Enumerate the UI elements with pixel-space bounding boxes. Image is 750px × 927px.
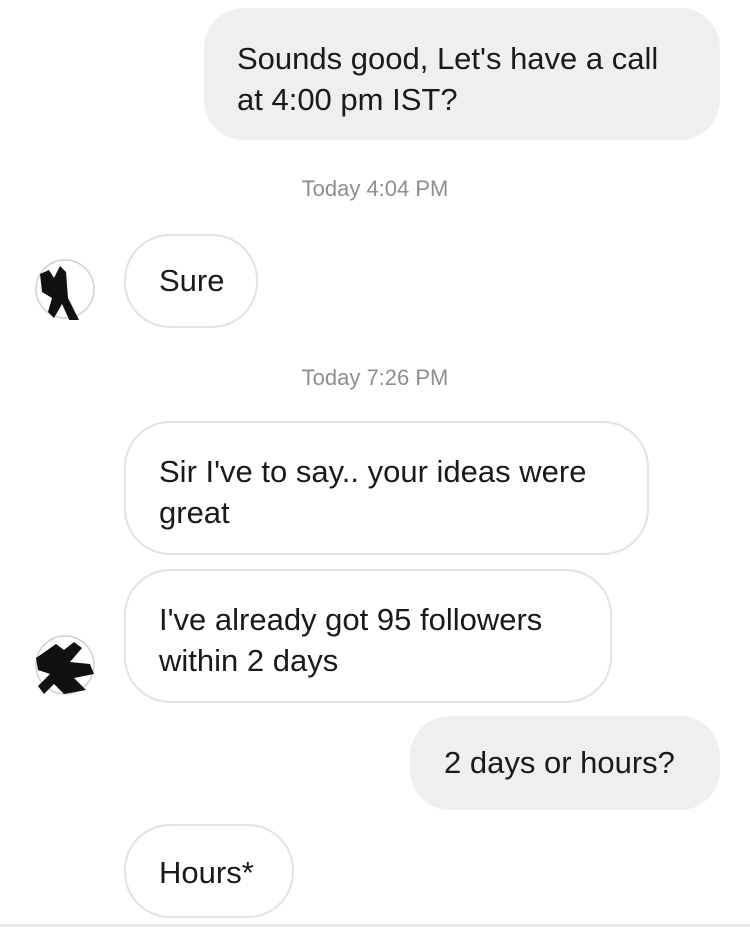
profile-avatar-icon[interactable] bbox=[34, 258, 96, 326]
chat-thread: Sounds good, Let's have a call at 4:00 p… bbox=[0, 0, 750, 927]
message-timestamp: Today 4:04 PM bbox=[301, 176, 449, 201]
message-timestamp: Today 7:26 PM bbox=[301, 365, 449, 390]
message-sent[interactable]: Sounds good, Let's have a call at 4:00 p… bbox=[204, 8, 720, 140]
message-received[interactable]: Hours* bbox=[124, 824, 294, 918]
message-received[interactable]: Sir I've to say.. your ideas were great bbox=[124, 421, 649, 555]
message-received[interactable]: I've already got 95 followers within 2 d… bbox=[124, 569, 612, 703]
profile-avatar-icon[interactable] bbox=[34, 634, 96, 696]
message-sent[interactable]: 2 days or hours? bbox=[410, 716, 720, 810]
message-received[interactable]: Sure bbox=[124, 234, 258, 328]
